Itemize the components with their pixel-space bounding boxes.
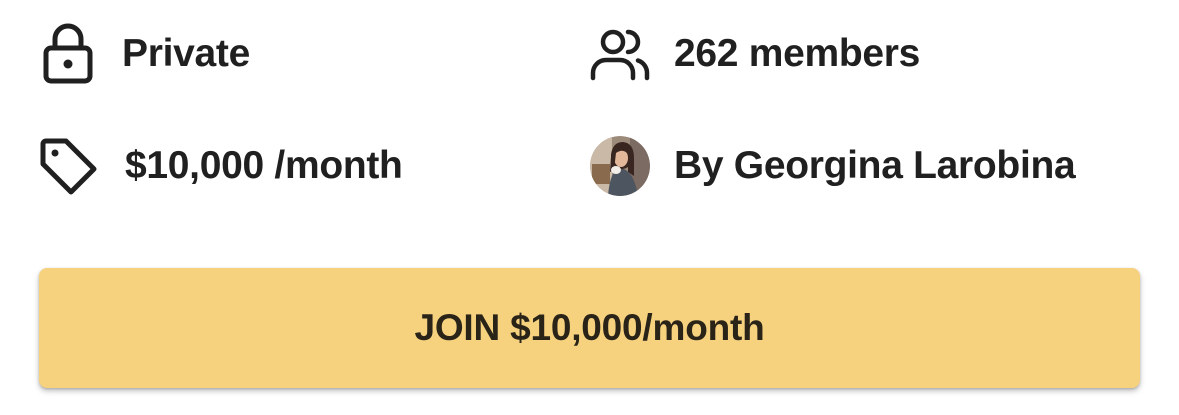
privacy-info: Private: [40, 22, 250, 86]
price-info: $10,000 /month: [38, 134, 403, 198]
owner-info[interactable]: By Georgina Larobina: [590, 134, 1076, 198]
privacy-label: Private: [122, 32, 250, 75]
lock-icon: [40, 22, 96, 86]
members-info: 262 members: [588, 22, 920, 86]
join-button[interactable]: JOIN $10,000/month: [39, 268, 1140, 388]
owner-name[interactable]: By Georgina Larobina: [674, 144, 1076, 188]
tag-icon: [38, 134, 98, 198]
users-icon: [588, 22, 652, 86]
members-count: 262 members: [674, 32, 921, 75]
price-label: $10,000 /month: [125, 144, 403, 187]
avatar[interactable]: [590, 136, 650, 196]
